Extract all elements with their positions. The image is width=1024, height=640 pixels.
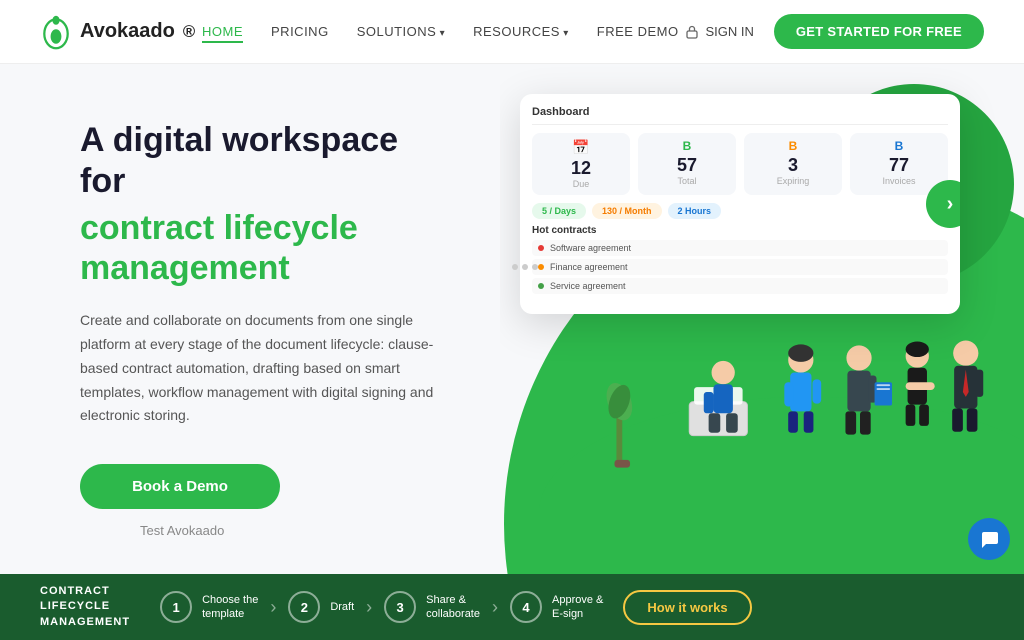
hero-left: A digital workspace for contract lifecyc…	[0, 64, 500, 574]
hero-description: Create and collaborate on documents from…	[80, 309, 440, 428]
three-dots	[512, 264, 538, 270]
stat-due: 📅 12 Due	[532, 133, 630, 195]
lock-icon	[685, 25, 699, 39]
nav-links: HOME PRICING SOLUTIONS RESOURCES FREE DE…	[202, 23, 679, 41]
nav-item-free-demo[interactable]: FREE DEMO	[597, 23, 679, 41]
stat-due-label: Due	[542, 179, 620, 189]
stat-total-label: Total	[648, 176, 726, 186]
dashboard-stats: 📅 12 Due B 57 Total B 3 Expiring B 77	[532, 133, 948, 195]
step-3-circle: 3	[384, 591, 416, 623]
dot-green-indicator	[538, 283, 544, 289]
book-demo-button[interactable]: Book a Demo	[80, 464, 280, 509]
hero-title-black: A digital workspace for	[80, 120, 450, 202]
nav-item-resources[interactable]: RESOURCES	[473, 23, 569, 41]
step-4-text: Approve &E-sign	[552, 593, 603, 622]
stat-expiring-label: Expiring	[754, 176, 832, 186]
dashboard-title: Dashboard	[532, 106, 948, 125]
badge-hours: 2 Hours	[668, 203, 722, 219]
step-2: 2 Draft	[288, 591, 354, 623]
clm-title: CONTRACTLIFECYCLEMANAGEMENT	[40, 584, 130, 630]
dashboard-badges: 5 / Days 130 / Month 2 Hours	[532, 203, 948, 219]
sign-in-label: SIGN IN	[705, 24, 753, 39]
hero-title-green: contract lifecyclemanagement	[80, 208, 450, 290]
stat-expiring-num: 3	[754, 155, 832, 176]
contract-name-2: Finance agreement	[550, 262, 628, 272]
nav-link-resources[interactable]: RESOURCES	[473, 24, 569, 39]
hot-contracts-title: Hot contracts	[532, 225, 948, 236]
step-1-circle: 1	[160, 591, 192, 623]
contract-row-1: Software agreement	[532, 240, 948, 256]
avocado-icon	[40, 14, 72, 50]
nav-link-home[interactable]: HOME	[202, 24, 243, 43]
dot-orange	[538, 264, 544, 270]
stat-expiring: B 3 Expiring	[744, 133, 842, 195]
nav-item-home[interactable]: HOME	[202, 23, 243, 41]
sign-in-link[interactable]: SIGN IN	[685, 24, 753, 39]
contracts-list: Software agreement Finance agreement Ser…	[532, 240, 948, 294]
step-1: 1 Choose thetemplate	[160, 591, 258, 623]
hero-section: A digital workspace for contract lifecyc…	[0, 64, 1024, 574]
step-1-text: Choose thetemplate	[202, 593, 258, 622]
badge-days: 5 / Days	[532, 203, 586, 219]
nav-right: SIGN IN GET STARTED FOR FREE	[685, 14, 984, 49]
nav-link-pricing[interactable]: PRICING	[271, 24, 329, 39]
steps-container: 1 Choose thetemplate › 2 Draft › 3 Share…	[160, 590, 984, 625]
hero-right: Dashboard 📅 12 Due B 57 Total B 3 Expiri…	[500, 64, 1024, 574]
chat-bubble-button[interactable]	[968, 518, 1010, 560]
step-arrow-1: ›	[270, 597, 276, 618]
test-avokaado-link[interactable]: Test Avokaado	[140, 523, 450, 538]
badge-month: 130 / Month	[592, 203, 662, 219]
bottom-bar: CONTRACTLIFECYCLEMANAGEMENT 1 Choose the…	[0, 574, 1024, 640]
nav-link-free-demo[interactable]: FREE DEMO	[597, 24, 679, 39]
nav-link-solutions[interactable]: SOLUTIONS	[357, 24, 445, 39]
step-3: 3 Share &collaborate	[384, 591, 480, 623]
get-started-button[interactable]: GET STARTED FOR FREE	[774, 14, 984, 49]
stat-due-num: 12	[542, 158, 620, 179]
logo[interactable]: Avokaado®	[40, 14, 195, 50]
chat-icon	[978, 528, 1000, 550]
contract-row-2: Finance agreement	[532, 259, 948, 275]
contract-name-1: Software agreement	[550, 243, 631, 253]
navbar: Avokaado® HOME PRICING SOLUTIONS RESOURC…	[0, 0, 1024, 64]
stat-invoices-num: 77	[860, 155, 938, 176]
dot-red	[538, 245, 544, 251]
step-4-circle: 4	[510, 591, 542, 623]
contract-row-3: Service agreement	[532, 278, 948, 294]
dashboard-arrow-button[interactable]: ›	[926, 180, 960, 228]
nav-item-pricing[interactable]: PRICING	[271, 23, 329, 41]
step-arrow-2: ›	[366, 597, 372, 618]
how-it-works-button[interactable]: How it works	[623, 590, 751, 625]
dashboard-mockup: Dashboard 📅 12 Due B 57 Total B 3 Expiri…	[520, 94, 960, 314]
step-arrow-3: ›	[492, 597, 498, 618]
brand-name: Avokaado	[80, 20, 175, 43]
stat-total-num: 57	[648, 155, 726, 176]
nav-item-solutions[interactable]: SOLUTIONS	[357, 23, 445, 41]
contract-name-3: Service agreement	[550, 281, 626, 291]
step-3-text: Share &collaborate	[426, 593, 480, 622]
step-4: 4 Approve &E-sign	[510, 591, 603, 623]
stat-total: B 57 Total	[638, 133, 736, 195]
step-2-circle: 2	[288, 591, 320, 623]
stat-invoices-label: Invoices	[860, 176, 938, 186]
step-2-text: Draft	[330, 600, 354, 614]
